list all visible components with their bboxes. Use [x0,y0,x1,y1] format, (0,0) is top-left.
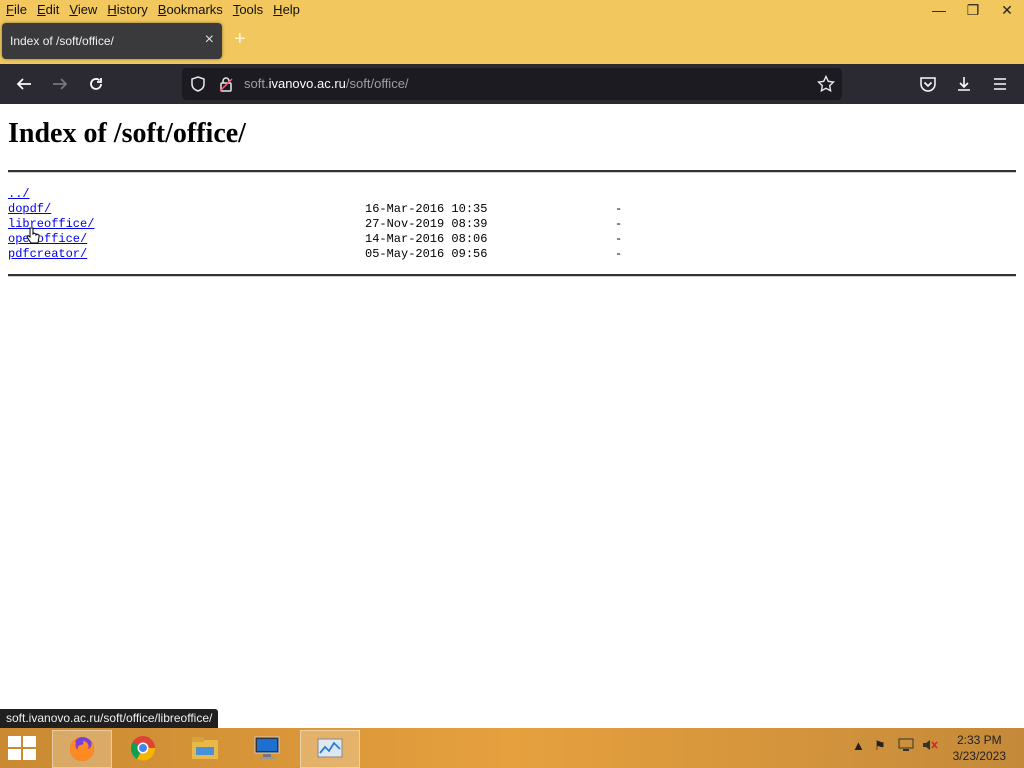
system-clock[interactable]: 2:33 PM 3/23/2023 [953,732,1006,764]
pocket-icon[interactable] [916,72,940,96]
forward-icon[interactable] [48,72,72,96]
dir-link-dopdf[interactable]: dopdf/ [8,202,51,216]
url-bar[interactable]: soft.ivanovo.ac.ru/soft/office/ [182,68,842,100]
item-date: 27-Nov-2019 08:39 [365,217,488,231]
tab-title: Index of /soft/office/ [10,34,114,48]
divider-bottom [8,274,1016,277]
dir-link-openoffice[interactable]: openoffice/ [8,232,87,246]
shield-icon[interactable] [188,74,208,94]
menu-bar: File Edit View History Bookmarks Tools H… [0,0,1024,20]
dir-link-pdfcreator[interactable]: pdfcreator/ [8,247,87,261]
bookmark-star-icon[interactable] [816,74,836,94]
menu-history[interactable]: History [107,2,147,17]
minimize-icon[interactable]: — [922,0,956,20]
lock-icon[interactable] [216,74,236,94]
item-size: - [615,247,623,261]
tab-close-icon[interactable]: × [205,31,214,49]
list-item: openoffice/14-Mar-2016 08:06 - [8,232,1016,247]
item-size: - [615,202,623,216]
menu-view[interactable]: View [69,2,97,17]
list-item-parent: ../ [8,187,1016,202]
list-item: pdfcreator/05-May-2016 09:56 - [8,247,1016,262]
item-date: 14-Mar-2016 08:06 [365,232,488,246]
firefox-taskbar-icon[interactable] [52,730,112,768]
url-path: /soft/office/ [345,76,409,91]
chrome-taskbar-icon[interactable] [114,730,172,766]
link-status-bar: soft.ivanovo.ac.ru/soft/office/libreoffi… [0,709,219,728]
url-host: ivanovo.ac.ru [268,76,346,91]
item-size: - [615,232,623,246]
item-size: - [615,217,623,231]
list-item: dopdf/16-Mar-2016 10:35 - [8,202,1016,217]
computer-taskbar-icon[interactable] [238,730,296,766]
file-explorer-taskbar-icon[interactable] [176,730,234,766]
show-hidden-icons-chevron-icon[interactable]: ▲ [852,738,865,753]
windows-start-icon[interactable] [8,736,38,760]
taskbar: ▲ ⚑ 2:33 PM 3/23/2023 [0,728,1024,768]
dir-link-libreoffice[interactable]: libreoffice/ [8,217,94,231]
back-icon[interactable] [12,72,36,96]
clock-date: 3/23/2023 [952,749,1006,763]
menu-help[interactable]: Help [273,2,300,17]
restore-icon[interactable]: ❐ [956,0,990,20]
tab-active[interactable]: Index of /soft/office/ × [2,23,222,59]
hamburger-menu-icon[interactable] [988,72,1012,96]
parent-dir-link[interactable]: ../ [8,187,30,202]
action-center-flag-icon[interactable]: ⚑ [874,738,886,754]
page-heading: Index of /soft/office/ [8,118,246,149]
close-icon[interactable]: ✕ [990,0,1024,20]
url-text: soft.ivanovo.ac.ru/soft/office/ [244,76,409,91]
performance-monitor-taskbar-icon[interactable] [300,730,360,768]
url-prefix: soft. [244,76,269,91]
tab-bar: Index of /soft/office/ × + [0,20,1024,64]
menu-tools[interactable]: Tools [233,2,263,17]
nav-toolbar: soft.ivanovo.ac.ru/soft/office/ [0,64,1024,104]
network-icon[interactable] [898,738,914,755]
download-icon[interactable] [952,72,976,96]
volume-muted-icon[interactable] [922,738,938,755]
item-date: 16-Mar-2016 10:35 [365,202,488,216]
directory-listing: ../dopdf/16-Mar-2016 10:35- libreoffice/2… [8,187,1016,262]
menu-edit[interactable]: Edit [37,2,59,17]
new-tab-button[interactable]: + [234,28,246,51]
item-date: 05-May-2016 09:56 [365,247,488,261]
menu-file[interactable]: File [6,2,27,17]
reload-icon[interactable] [84,72,108,96]
hand-cursor-icon [26,227,40,250]
page-content: Index of /soft/office/ ../dopdf/16-Mar-2… [8,104,1016,277]
clock-time: 2:33 PM [956,733,1002,747]
menu-bookmarks[interactable]: Bookmarks [158,2,223,17]
menu: File Edit View History Bookmarks Tools H… [6,2,300,17]
divider-top [8,170,1016,173]
list-item: libreoffice/27-Nov-2019 08:39 - [8,217,1016,232]
window-controls: — ❐ ✕ [922,0,1024,20]
